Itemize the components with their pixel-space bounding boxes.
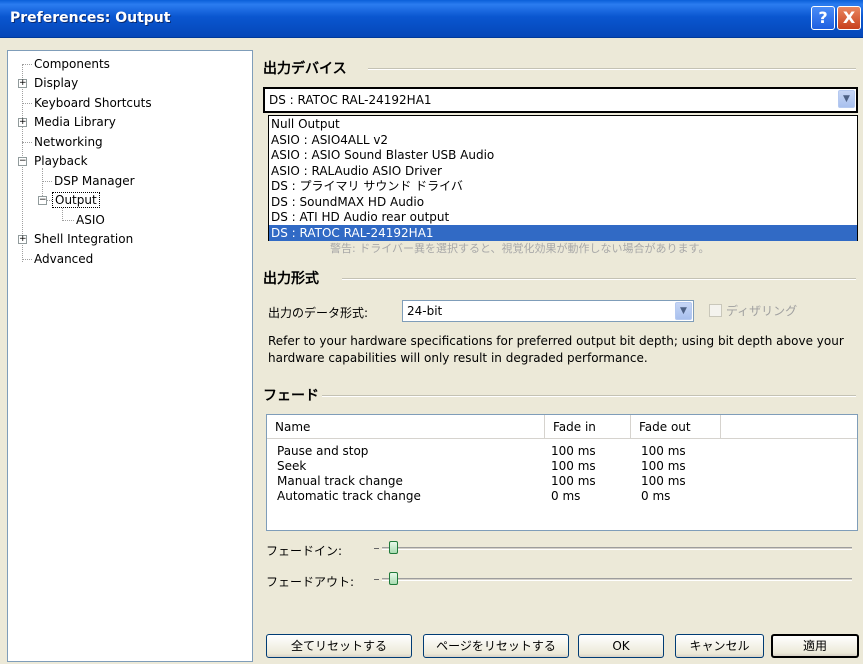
chevron-down-icon[interactable]: ▼ <box>838 90 855 108</box>
fade-in-label: フェードイン: <box>266 544 343 558</box>
preferences-window: Preferences: Output ? X Components + Dis… <box>0 0 863 664</box>
reset-page-button[interactable]: ページをリセットする <box>423 634 569 658</box>
tree-item-label: Keyboard Shortcuts <box>34 96 152 110</box>
tree-item-label: ASIO <box>76 213 105 227</box>
tree-item-dsp-manager[interactable]: DSP Manager <box>52 172 137 190</box>
dropdown-option[interactable]: ASIO : ASIO Sound Blaster USB Audio <box>269 147 857 163</box>
fade-row-fade-in[interactable]: 100 ms <box>551 444 596 458</box>
dropdown-option[interactable]: ASIO : RALAudio ASIO Driver <box>269 163 857 179</box>
fade-row-fade-in[interactable]: 100 ms <box>551 474 596 488</box>
fade-list[interactable]: Name Fade in Fade out Pause and stop 100… <box>266 414 858 531</box>
tree-item-label: DSP Manager <box>54 174 135 188</box>
tree-item-shell-integration[interactable]: Shell Integration <box>32 230 135 248</box>
driver-warning-text: 警告: ドライバー異を選択すると、視覚化効果が動作しない場合があります。 <box>330 242 710 255</box>
tree-item-keyboard-shortcuts[interactable]: Keyboard Shortcuts <box>32 94 154 112</box>
tree-item-advanced[interactable]: Advanced <box>32 250 95 268</box>
column-header-fade-in[interactable]: Fade in <box>545 415 631 439</box>
fade-out-label: フェードアウト: <box>266 575 355 589</box>
fade-row-fade-out[interactable]: 100 ms <box>641 444 686 458</box>
fade-list-header: Name Fade in Fade out <box>267 415 857 439</box>
data-format-label: 出力のデータ形式: <box>268 306 369 320</box>
output-device-select[interactable]: DS : RATOC RAL-24192HA1 ▼ <box>263 87 858 113</box>
apply-button[interactable]: 適用 <box>771 634 859 658</box>
close-button[interactable]: X <box>837 6 861 30</box>
fade-in-slider-thumb[interactable] <box>389 541 399 554</box>
preferences-tree[interactable]: Components + Display Keyboard Shortcuts … <box>7 50 253 662</box>
window-title: Preferences: Output <box>10 10 171 26</box>
output-device-selected: DS : RATOC RAL-24192HA1 <box>269 93 432 107</box>
data-format-select[interactable]: 24-bit ▼ <box>402 300 694 322</box>
dropdown-option[interactable]: ASIO : ASIO4ALL v2 <box>269 132 857 148</box>
tree-item-media-library[interactable]: Media Library <box>32 113 118 131</box>
expand-plus-icon[interactable]: + <box>18 79 27 88</box>
fade-row-name[interactable]: Seek <box>277 459 306 473</box>
tree-item-components[interactable]: Components <box>32 55 112 73</box>
section-divider <box>322 395 856 397</box>
tree-connector <box>22 142 32 143</box>
tree-item-label: Playback <box>34 154 88 168</box>
bit-depth-description: Refer to your hardware specifications fo… <box>268 334 844 365</box>
column-header-name[interactable]: Name <box>267 415 545 439</box>
output-format-heading: 出力形式 <box>263 271 319 287</box>
dropdown-option[interactable]: DS : ATI HD Audio rear output <box>269 209 857 225</box>
tree-item-asio[interactable]: ASIO <box>74 211 107 229</box>
ok-button[interactable]: OK <box>578 634 664 658</box>
fade-row-fade-out[interactable]: 0 ms <box>641 489 670 503</box>
tree-item-playback[interactable]: Playback <box>32 152 90 170</box>
fade-row-name[interactable]: Automatic track change <box>277 489 421 503</box>
output-device-heading: 出力デバイス <box>263 61 347 77</box>
fade-row-fade-out[interactable]: 100 ms <box>641 459 686 473</box>
tree-connector <box>62 220 74 221</box>
dropdown-option[interactable]: DS : SoundMAX HD Audio <box>269 194 857 210</box>
tree-connector <box>22 103 32 104</box>
tree-connector <box>62 207 63 221</box>
fade-row-fade-in[interactable]: 100 ms <box>551 459 596 473</box>
reset-all-button[interactable]: 全てリセットする <box>266 634 412 658</box>
expand-plus-icon[interactable]: + <box>18 118 27 127</box>
chevron-down-icon[interactable]: ▼ <box>675 302 692 320</box>
cancel-button[interactable]: キャンセル <box>675 634 764 658</box>
column-header-fade-out[interactable]: Fade out <box>631 415 721 439</box>
tree-item-output[interactable]: Output <box>52 191 100 209</box>
tree-item-label: Display <box>34 76 79 90</box>
fade-out-slider-track[interactable] <box>382 578 852 581</box>
tree-connector <box>22 64 32 65</box>
slider-tick <box>374 579 379 580</box>
tree-item-label: Networking <box>34 135 103 149</box>
tree-item-label: Media Library <box>34 115 116 129</box>
expand-minus-icon[interactable]: − <box>18 157 27 166</box>
tree-item-label: Advanced <box>34 252 94 266</box>
tree-item-label: Output <box>52 192 100 208</box>
slider-tick <box>374 548 379 549</box>
fade-row-fade-in[interactable]: 0 ms <box>551 489 580 503</box>
fade-in-slider-track[interactable] <box>382 547 852 550</box>
tree-connector <box>22 259 32 260</box>
tree-item-label: Components <box>34 57 110 71</box>
tree-connector <box>42 181 52 182</box>
output-device-dropdown[interactable]: Null Output ASIO : ASIO4ALL v2 ASIO : AS… <box>268 115 858 241</box>
fade-heading: フェード <box>263 388 319 404</box>
fade-out-slider-thumb[interactable] <box>389 572 399 585</box>
expand-plus-icon[interactable]: + <box>18 235 27 244</box>
dropdown-option-selected[interactable]: DS : RATOC RAL-24192HA1 <box>269 224 857 241</box>
tree-item-label: Shell Integration <box>34 232 134 246</box>
data-format-value: 24-bit <box>407 304 443 318</box>
dither-label: ディザリング <box>726 304 798 318</box>
fade-row-name[interactable]: Manual track change <box>277 474 403 488</box>
dither-checkbox[interactable] <box>709 304 722 317</box>
dropdown-option[interactable]: Null Output <box>269 116 857 132</box>
tree-item-display[interactable]: Display <box>32 74 80 92</box>
tree-item-networking[interactable]: Networking <box>32 133 105 151</box>
expand-minus-icon[interactable]: − <box>38 196 47 205</box>
section-divider <box>368 68 856 70</box>
help-button[interactable]: ? <box>811 6 835 30</box>
section-divider <box>342 278 856 280</box>
dropdown-option[interactable]: DS : プライマリ サウンド ドライバ <box>269 178 857 194</box>
title-bar[interactable]: Preferences: Output ? X <box>0 0 863 38</box>
fade-row-fade-out[interactable]: 100 ms <box>641 474 686 488</box>
fade-row-name[interactable]: Pause and stop <box>277 444 368 458</box>
